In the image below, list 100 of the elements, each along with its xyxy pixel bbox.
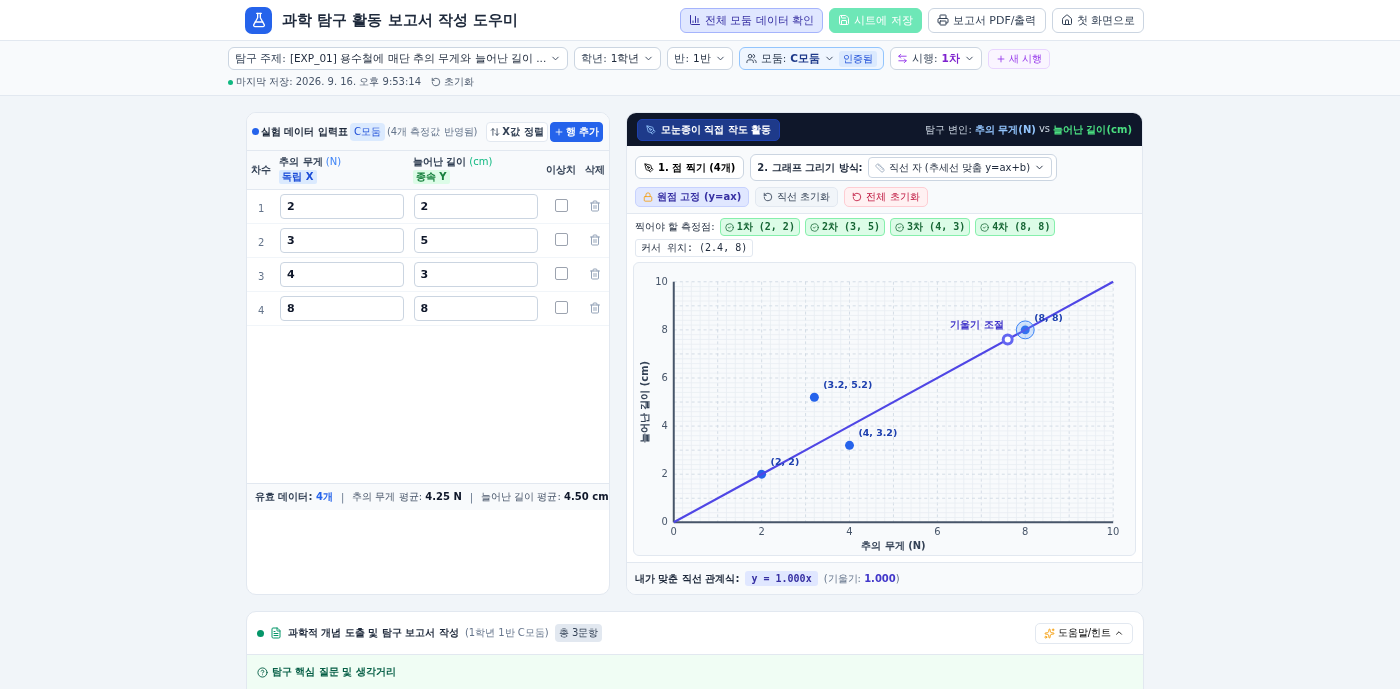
- graph-action-button[interactable]: 원점 고정 (y=ax): [635, 187, 750, 207]
- points-label: 찍어야 할 측정점:: [635, 220, 715, 234]
- outlier-checkbox[interactable]: [554, 232, 568, 246]
- weight-input[interactable]: 8: [280, 295, 405, 321]
- separator: |: [469, 491, 474, 503]
- outlier-checkbox[interactable]: [554, 300, 568, 314]
- summary-stat: 유효 데이터: 4개: [255, 490, 333, 504]
- document-icon: [270, 627, 282, 639]
- question-count-badge: 총 3문항: [554, 624, 603, 642]
- reset-icon: [431, 77, 442, 87]
- users-icon: [745, 53, 757, 64]
- header-button[interactable]: 전체 모둠 데이터 확인: [679, 7, 824, 33]
- variable-tag: 독립 X: [279, 170, 317, 185]
- delete-icon[interactable]: [588, 199, 601, 212]
- sort-icon: [490, 126, 501, 137]
- point-label: (2, 2): [770, 456, 800, 468]
- graph-action-button[interactable]: 직선 초기화: [755, 187, 839, 207]
- slope-text: (기울기: 1.000): [823, 571, 900, 586]
- topic-select[interactable]: 탐구 주제: [EXP_01] 용수철에 매단 추의 무게와 늘어난 길이 ...: [228, 47, 569, 70]
- report-title: 과학적 개념 도출 및 탐구 보고서 작성: [288, 626, 459, 640]
- card-title: 실험 데이터 입력표: [261, 124, 348, 139]
- y-tick-label: 6: [661, 371, 668, 383]
- delete-icon[interactable]: [588, 301, 601, 314]
- weight-input[interactable]: 4: [280, 261, 405, 287]
- home-icon: [1060, 14, 1073, 26]
- drawing-mode-select[interactable]: 직선 자 (추세선 맞춤 y=ax+b): [867, 157, 1053, 178]
- variable-tag: 종속 Y: [412, 170, 450, 185]
- summary-stat: 늘어난 길이 평균: 4.50 cm: [481, 490, 609, 504]
- activity-tag: 모눈종이 직접 작도 활동: [637, 118, 781, 141]
- verified-badge: 인증됨: [838, 50, 877, 67]
- separator: |: [340, 491, 345, 503]
- data-point[interactable]: [1020, 325, 1030, 335]
- point-label: (3.2, 5.2): [823, 379, 873, 391]
- mode-label: 2. 그래프 그리기 방식:: [757, 160, 863, 175]
- measurement-chip: 4차 (8, 8): [975, 218, 1056, 236]
- app-title: 과학 탐구 활동 보고서 작성 도우미: [282, 10, 519, 30]
- row-number: 1: [257, 202, 265, 214]
- ruler-icon: [874, 162, 885, 173]
- delete-icon[interactable]: [588, 233, 601, 246]
- x-tick-label: 8: [1022, 526, 1029, 538]
- reset-icon: [763, 192, 774, 202]
- section-dot: [252, 128, 259, 135]
- variables-text: 탐구 변인: 추의 무게(N) vs 늘어난 길이(cm): [925, 122, 1132, 137]
- row-number: 3: [257, 270, 265, 282]
- length-input[interactable]: 5: [413, 227, 538, 253]
- measurement-chip: 1차 (2, 2): [719, 218, 800, 236]
- class-select[interactable]: 반: 1반: [667, 47, 733, 70]
- x-axis-title: 추의 무게 (N): [861, 540, 926, 552]
- selection-ring: [1015, 320, 1035, 340]
- group-badge: C모둠: [349, 122, 385, 141]
- y-tick-label: 2: [661, 468, 668, 480]
- x-tick-label: 0: [670, 526, 677, 538]
- plot-points-button[interactable]: 1. 점 찍기 (4개): [635, 156, 745, 179]
- measurement-chip: 3차 (4, 3): [890, 218, 971, 236]
- data-point[interactable]: [845, 440, 854, 450]
- summary-stat: 추의 무게 평균: 4.25 N: [352, 490, 462, 504]
- data-point[interactable]: [809, 392, 819, 402]
- group-select[interactable]: 모둠: C모둠 인증됨: [738, 47, 884, 70]
- y-tick-label: 10: [655, 275, 668, 287]
- lock-icon: [643, 192, 653, 202]
- save-icon: [838, 14, 851, 26]
- graph-paper-chart[interactable]: 0 2 4 6 8 10 0 2 4 6 8 10 추의 무게 (N) 늘어난 길이 (cm) 기울기 조절 (2, 2) (3.2, 5.2) (4, 3.2) (8, 8): [634, 263, 1135, 555]
- length-input[interactable]: 8: [413, 295, 538, 321]
- trial-select[interactable]: 시행: 1차: [889, 47, 982, 70]
- weight-input[interactable]: 2: [280, 193, 405, 219]
- header-button[interactable]: 보고서 PDF/출력: [927, 7, 1046, 33]
- new-trial-button[interactable]: 새 시행: [987, 48, 1050, 69]
- outlier-checkbox[interactable]: [554, 198, 568, 212]
- length-input[interactable]: 2: [413, 193, 538, 219]
- equation-value: y = 1.000x: [745, 571, 818, 586]
- column-header: 늘어난 길이: [412, 156, 467, 168]
- y-tick-label: 4: [661, 420, 668, 432]
- equation-label: 내가 맞춘 직선 관계식:: [635, 571, 740, 586]
- help-icon: [257, 666, 268, 678]
- graph-action-button[interactable]: 전체 초기화: [844, 187, 928, 207]
- cursor-position: 커서 위치: (2.4, 8): [635, 239, 754, 257]
- length-input[interactable]: 3: [413, 261, 538, 287]
- chevron-up-icon: [1114, 628, 1124, 638]
- swap-icon: [896, 53, 908, 64]
- header-button[interactable]: 첫 화면으로: [1051, 7, 1144, 33]
- slope-handle[interactable]: [1001, 333, 1014, 346]
- grade-select[interactable]: 학년: 1학년: [574, 47, 662, 70]
- column-header: 추의 무게: [279, 156, 323, 168]
- delete-icon[interactable]: [588, 267, 601, 280]
- bar-chart-icon: [688, 14, 701, 26]
- fit-line[interactable]: [673, 280, 1114, 524]
- point-label: (8, 8): [1034, 311, 1063, 323]
- help-button[interactable]: 도움말/힌트: [1034, 622, 1133, 644]
- point-label: (4, 3.2): [858, 427, 898, 439]
- weight-input[interactable]: 3: [280, 227, 405, 253]
- check-circle-icon: [809, 222, 819, 232]
- reset-button[interactable]: 초기화: [431, 75, 475, 89]
- sort-button[interactable]: X값 정렬: [486, 121, 548, 142]
- count-note: (4개 측정값 반영됨): [386, 124, 478, 139]
- add-row-button[interactable]: 행 추가: [549, 121, 603, 142]
- check-circle-icon: [980, 222, 990, 232]
- outlier-checkbox[interactable]: [554, 266, 568, 280]
- row-number: 4: [257, 304, 265, 316]
- data-point[interactable]: [757, 469, 767, 479]
- unit-label: (cm): [469, 156, 493, 168]
